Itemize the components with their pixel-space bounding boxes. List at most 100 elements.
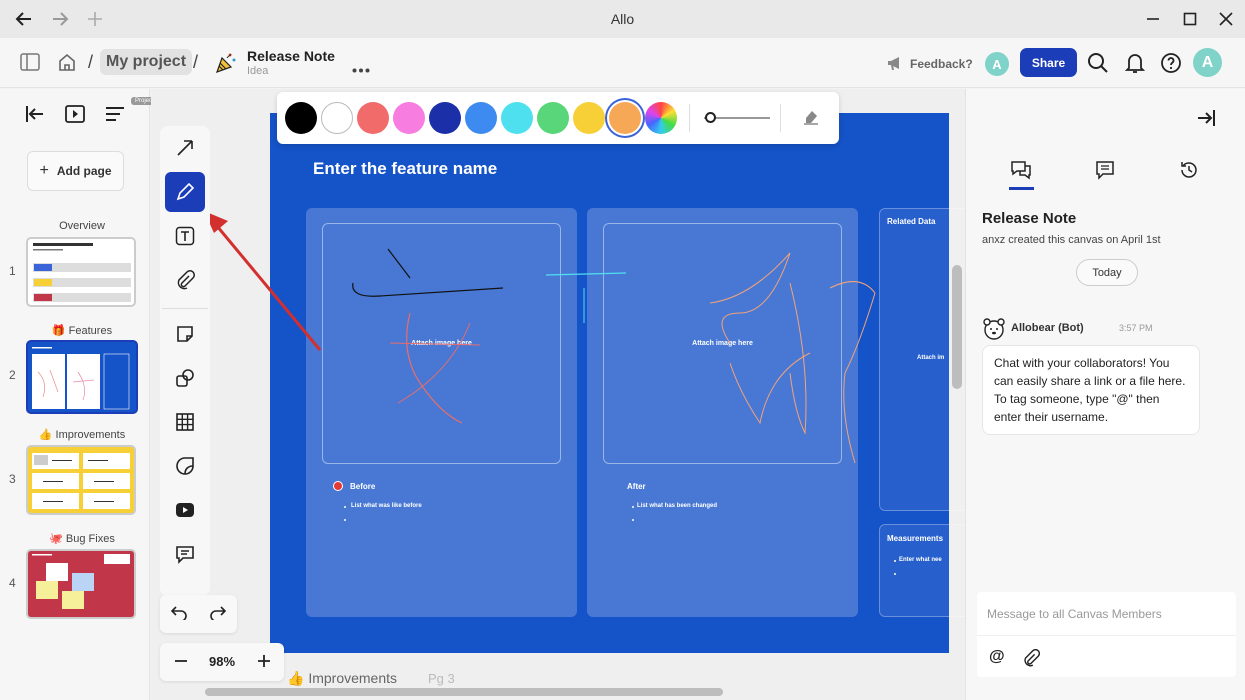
bot-avatar-icon <box>982 317 1006 346</box>
bell-icon[interactable] <box>1124 52 1146 79</box>
color-swatch-red[interactable] <box>357 102 389 134</box>
table-icon[interactable] <box>165 402 205 442</box>
color-swatch-black[interactable] <box>285 102 317 134</box>
page-thumbnail-3[interactable] <box>26 445 136 515</box>
color-swatch-cyan[interactable] <box>501 102 533 134</box>
home-icon[interactable] <box>57 52 77 77</box>
add-page-label: Add page <box>56 164 112 178</box>
vertical-scrollbar[interactable] <box>952 265 962 389</box>
redo-icon[interactable] <box>209 604 227 625</box>
add-page-button[interactable]: + Add page <box>27 151 124 191</box>
canvas-area[interactable]: Enter the feature name Attach image here… <box>151 89 965 700</box>
shapes-icon[interactable] <box>165 358 205 398</box>
color-wheel-icon[interactable] <box>645 102 677 134</box>
page-list-icon[interactable] <box>105 106 125 127</box>
message-timestamp: 3:57 PM <box>1119 323 1153 333</box>
color-swatch-yellow[interactable] <box>573 102 605 134</box>
breadcrumb-project[interactable]: My project <box>100 49 193 75</box>
document-title[interactable]: Release Note <box>247 48 335 64</box>
comments-tab-icon[interactable] <box>1092 157 1118 183</box>
feedback-link[interactable]: Feedback? <box>910 57 973 71</box>
next-page-title: 👍 Improvements <box>287 670 398 686</box>
horizontal-scrollbar[interactable] <box>205 688 723 696</box>
search-icon[interactable] <box>1087 52 1109 79</box>
message-input[interactable] <box>977 592 1236 636</box>
feature-board[interactable]: Enter the feature name Attach image here… <box>270 113 965 653</box>
megaphone-icon[interactable] <box>886 55 904 76</box>
zoom-out-icon[interactable] <box>174 654 188 673</box>
user-avatar[interactable]: A <box>1193 48 1222 77</box>
comment-icon[interactable] <box>165 534 205 574</box>
sticker-icon[interactable] <box>165 446 205 486</box>
title-bar: Allo <box>0 0 1245 38</box>
zoom-in-icon[interactable] <box>257 654 271 673</box>
page-thumbnail-4[interactable] <box>26 549 136 619</box>
mention-icon[interactable]: @ <box>989 648 1005 666</box>
divider <box>689 104 690 132</box>
app-header: / My project / Release Note Idea Feedbac… <box>0 38 1245 88</box>
color-palette <box>277 92 839 144</box>
chat-tab-icon[interactable] <box>1008 157 1034 183</box>
party-popper-icon <box>214 51 238 80</box>
attach-file-icon[interactable] <box>1022 648 1041 672</box>
new-tab-plus-icon[interactable] <box>82 6 108 32</box>
back-arrow-icon[interactable] <box>11 6 37 32</box>
message-composer: @ <box>977 592 1236 677</box>
undo-redo-group <box>160 595 237 633</box>
sticky-note-icon[interactable] <box>165 314 205 354</box>
maximize-icon[interactable] <box>1177 6 1203 32</box>
collapse-left-icon[interactable] <box>25 105 45 128</box>
close-icon[interactable] <box>1213 6 1239 32</box>
text-tool-icon[interactable] <box>165 216 205 256</box>
freehand-drawing[interactable] <box>270 113 949 653</box>
slider-handle[interactable] <box>705 112 716 123</box>
sidebar-toggle-icon[interactable] <box>20 53 40 76</box>
document-subtitle: Idea <box>247 65 269 77</box>
next-page-number: Pg 3 <box>428 671 455 686</box>
color-swatch-pink[interactable] <box>393 102 425 134</box>
forward-arrow-icon[interactable] <box>47 6 73 32</box>
collapse-right-icon[interactable] <box>1196 109 1216 132</box>
canvas-created-info: anxz created this canvas on April 1st <box>982 234 1161 246</box>
minimize-icon[interactable] <box>1140 6 1166 32</box>
eraser-icon[interactable] <box>802 108 820 131</box>
zoom-level[interactable]: 98% <box>209 654 235 669</box>
color-swatch-blue[interactable] <box>465 102 497 134</box>
page-number: 3 <box>9 472 16 486</box>
red-arrow-annotation <box>204 211 322 351</box>
page-title-improvements: 👍 Improvements <box>38 429 126 441</box>
bot-name: Allobear (Bot) <box>1011 322 1084 334</box>
color-swatch-green[interactable] <box>537 102 569 134</box>
page-number: 2 <box>9 368 16 382</box>
more-options-icon[interactable] <box>352 60 370 78</box>
color-swatch-navy[interactable] <box>429 102 461 134</box>
page-number: 1 <box>9 264 16 278</box>
color-swatch-orange[interactable] <box>609 102 641 134</box>
breadcrumb-separator: / <box>88 52 94 72</box>
color-swatch-white[interactable] <box>321 102 353 134</box>
present-icon[interactable] <box>65 105 85 128</box>
pages-panel: Project + Add page Overview 1 🎁 Features… <box>0 89 158 700</box>
bot-message: Chat with your collaborators! You can ea… <box>982 345 1200 435</box>
page-title-bug-fixes: 🐙 Bug Fixes <box>49 533 115 545</box>
breadcrumb-separator: / <box>193 52 199 72</box>
share-button[interactable]: Share <box>1020 48 1077 77</box>
attachment-icon[interactable] <box>165 260 205 300</box>
youtube-icon[interactable] <box>165 490 205 530</box>
right-panel: Release Note anxz created this canvas on… <box>965 89 1245 700</box>
help-icon[interactable] <box>1160 52 1182 79</box>
page-title-features: 🎁 Features <box>51 325 113 337</box>
undo-icon[interactable] <box>170 604 188 625</box>
tool-bar <box>160 126 210 596</box>
page-thumbnail-2[interactable] <box>26 340 138 414</box>
pen-tool-icon[interactable] <box>165 172 205 212</box>
page-number: 4 <box>9 576 16 590</box>
history-tab-icon[interactable] <box>1176 157 1202 183</box>
active-tab-indicator <box>1009 187 1034 190</box>
window-title: Allo <box>610 11 635 27</box>
page-thumbnail-1[interactable] <box>26 237 136 307</box>
collaborator-avatar[interactable]: A <box>985 52 1009 76</box>
select-pointer-icon[interactable] <box>165 128 205 168</box>
zoom-controls: 98% <box>160 643 284 681</box>
plus-icon: + <box>39 162 49 179</box>
